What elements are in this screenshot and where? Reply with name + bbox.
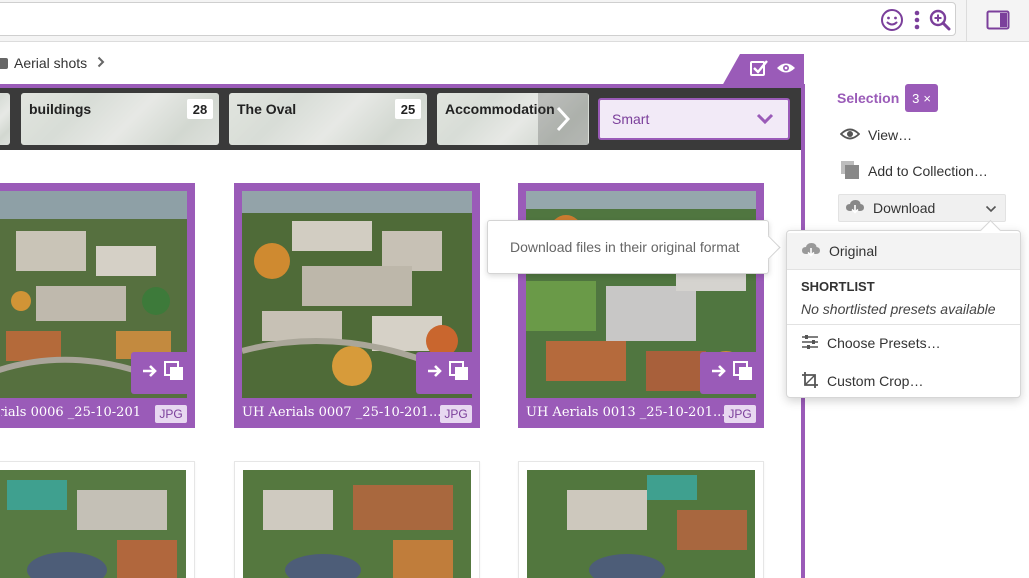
collection-label: The Oval [237, 101, 297, 117]
collection-label: buildings [29, 101, 92, 117]
shortlist-empty-note: No shortlisted presets available [801, 301, 996, 317]
selection-tab [722, 54, 804, 86]
menu-item-label: Original [829, 243, 878, 259]
eye-icon [839, 127, 861, 144]
clear-selection-icon[interactable]: × [923, 91, 931, 106]
menu-item-custom-crop[interactable]: Custom Crop… [801, 370, 923, 392]
tile-actions [700, 352, 764, 394]
breadcrumb-item[interactable]: Aerial shots [14, 55, 87, 71]
collection-count: 25 [395, 99, 421, 119]
asset-tile[interactable]: UH Aerials 0007 _25-10-201... JPG [234, 183, 480, 428]
asset-thumbnail[interactable] [243, 470, 471, 578]
chevron-right-icon [556, 106, 571, 132]
eye-icon[interactable] [776, 61, 796, 80]
copy-icon[interactable] [733, 360, 753, 386]
file-type-badge: JPG [724, 405, 756, 423]
copy-icon[interactable] [449, 360, 469, 386]
collections-strip: buildings 28 The Oval 25 Accommodation S… [0, 88, 801, 150]
menu-divider [787, 269, 1020, 270]
collection-card[interactable]: The Oval 25 [229, 93, 427, 145]
download-label: Download [873, 200, 936, 216]
zoom-in-icon[interactable] [927, 7, 953, 33]
asset-tile[interactable] [518, 461, 764, 578]
file-type-badge: JPG [155, 405, 187, 423]
tile-actions [131, 352, 195, 394]
panel-toggle-icon[interactable] [985, 7, 1011, 33]
sort-select[interactable]: Smart [598, 98, 790, 140]
menu-item-label: Choose Presets… [827, 335, 941, 351]
search-input[interactable] [0, 2, 956, 36]
arrow-right-icon[interactable] [142, 364, 158, 383]
cloud-download-icon [845, 199, 865, 218]
download-button[interactable]: Download [838, 194, 1006, 222]
asset-tile[interactable] [0, 461, 195, 578]
chevron-right-icon [97, 56, 105, 71]
asset-caption: UH Aerials 0007 _25-10-201... [242, 404, 442, 420]
menu-divider [787, 324, 1020, 325]
asset-thumbnail[interactable] [527, 470, 755, 578]
add-to-collection-label: Add to Collection… [868, 163, 988, 179]
top-bar [0, 0, 1029, 42]
asset-thumbnail[interactable] [0, 470, 186, 578]
collection-card[interactable] [0, 93, 10, 145]
selection-count-badge[interactable]: 3 × [905, 84, 938, 112]
next-collections-button[interactable] [538, 93, 588, 145]
chevron-down-icon [756, 112, 774, 128]
arrow-right-icon[interactable] [711, 364, 727, 383]
copy-icon[interactable] [164, 360, 184, 386]
breadcrumb: Aerial shots [0, 52, 105, 74]
view-label: View… [868, 127, 913, 143]
asset-tile[interactable]: UH Aerials 0006 _25-10-201... JPG [0, 183, 195, 428]
download-menu: Original SHORTLIST No shortlisted preset… [786, 230, 1021, 398]
app-root: Aerial shots buildings 28 The Oval 25 Ac… [0, 0, 1029, 578]
chevron-down-icon [985, 201, 997, 217]
add-to-collection-action[interactable]: Add to Collection… [840, 159, 988, 183]
shortlist-heading: SHORTLIST [801, 279, 875, 294]
asset-caption: UH Aerials 0013 _25-10-201... [526, 404, 726, 420]
crop-icon [801, 371, 819, 392]
sort-select-value: Smart [612, 111, 650, 127]
view-action[interactable]: View… [839, 123, 913, 147]
collection-card[interactable]: buildings 28 [21, 93, 219, 145]
collection-icon [840, 160, 860, 183]
cloud-download-icon [801, 242, 821, 261]
selection-count: 3 [912, 90, 920, 106]
arrow-right-icon[interactable] [427, 364, 443, 383]
download-tooltip: Download files in their original format [487, 220, 769, 274]
sliders-icon [801, 334, 819, 353]
collection-count: 28 [187, 99, 213, 119]
asset-tile[interactable] [234, 461, 480, 578]
toolbar-divider [966, 0, 967, 42]
smiley-icon[interactable] [879, 7, 905, 33]
tooltip-text: Download files in their original format [510, 239, 740, 255]
menu-item-original[interactable]: Original [787, 233, 1020, 269]
menu-item-choose-presets[interactable]: Choose Presets… [801, 332, 941, 354]
tile-actions [416, 352, 480, 394]
folder-icon [0, 57, 8, 69]
file-type-badge: JPG [440, 405, 472, 423]
asset-caption-text: UH Aerials 0006 _25-10-201... [1, 404, 141, 420]
checkbox-icon[interactable] [750, 59, 768, 82]
menu-item-label: Custom Crop… [827, 373, 924, 389]
selection-title: Selection [837, 90, 900, 106]
